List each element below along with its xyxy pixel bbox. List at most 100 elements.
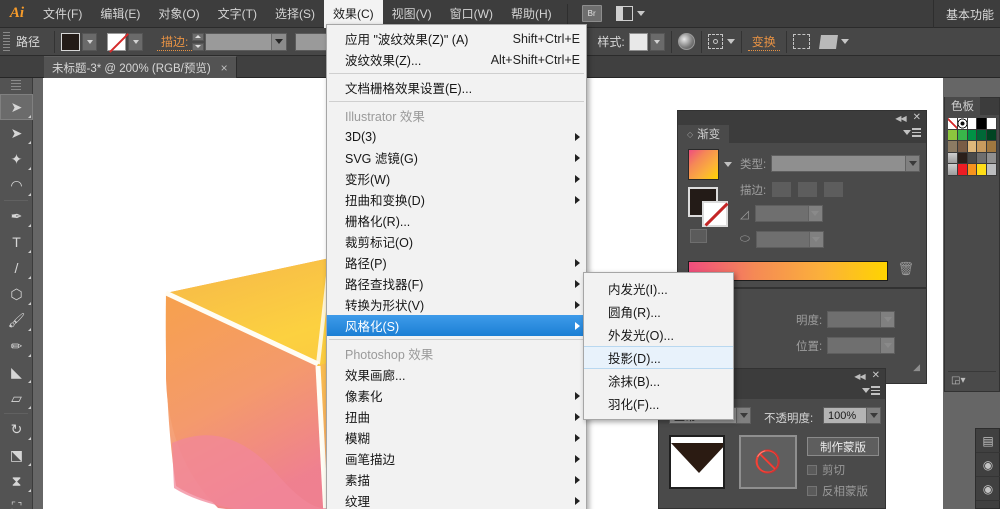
menu-1[interactable]: 编辑(E) (91, 0, 149, 28)
swatch-3-2[interactable] (967, 152, 978, 164)
free-transform-tool[interactable]: ⛶ (0, 494, 33, 509)
align-icon[interactable] (792, 34, 810, 49)
collapse-icon[interactable]: ◀◀ (895, 114, 906, 123)
menu-item-2-6[interactable]: 路径(P) (327, 252, 586, 273)
swatch-2-4[interactable] (987, 141, 997, 153)
stroke-dropdown-button[interactable] (128, 32, 144, 51)
make-mask-button[interactable]: 制作蒙版 (807, 437, 879, 456)
stroke-within-button[interactable] (771, 181, 793, 198)
arrange-objects-control[interactable] (818, 34, 849, 49)
isolate-caret-icon[interactable] (726, 39, 735, 44)
close-icon[interactable]: × (221, 61, 228, 75)
control-bar-grip[interactable] (3, 31, 10, 52)
layers-icon[interactable]: ▤ (976, 429, 1000, 453)
swatch-1-3[interactable] (977, 129, 988, 141)
gradient-opacity-select[interactable] (827, 311, 896, 328)
object-thumbnail[interactable] (669, 435, 725, 489)
stroke-none-swatch[interactable] (107, 32, 127, 51)
menu-item-2-7[interactable]: 路径查找器(F) (327, 273, 586, 294)
scale-tool[interactable]: ⬔ (0, 442, 33, 468)
swatch-0-4[interactable] (987, 118, 997, 130)
swatch-2-2[interactable] (967, 141, 978, 153)
gradient-aspect-select[interactable] (755, 231, 824, 248)
mask-thumbnail[interactable]: 🚫 (739, 435, 797, 489)
swatch-grid[interactable] (948, 118, 997, 176)
gradient-panel-menu-button[interactable] (903, 128, 921, 137)
eraser-tool[interactable]: ▱ (0, 385, 33, 411)
transform-button[interactable]: 变换 (747, 33, 780, 51)
menu-4[interactable]: 选择(S) (266, 0, 324, 28)
swatch-3-3[interactable] (977, 152, 988, 164)
submenu-item-2[interactable]: 外发光(O)... (584, 323, 733, 346)
swatch-1-2[interactable] (967, 129, 978, 141)
eye-icon[interactable]: ◉ (976, 453, 1000, 477)
menu-2[interactable]: 对象(O) (149, 0, 208, 28)
menu-item-2-5[interactable]: 裁剪标记(O) (327, 231, 586, 252)
blob-brush-tool[interactable]: ◣ (0, 359, 33, 385)
bridge-icon[interactable]: Br (581, 5, 602, 22)
style-swatch[interactable] (628, 32, 648, 51)
gradient-preview-swatch[interactable] (688, 149, 719, 180)
type-tool[interactable]: T (0, 229, 33, 255)
menu-item-3-4[interactable]: 画笔描边 (327, 448, 586, 469)
collapse-icon[interactable]: ◀◀ (854, 372, 865, 381)
menu-item-3-2[interactable]: 扭曲 (327, 406, 586, 427)
swatch-2-1[interactable] (957, 141, 968, 153)
swatch-4-3[interactable] (977, 164, 988, 176)
style-dropdown-button[interactable] (649, 32, 665, 51)
document-tab[interactable]: 未标题-3* @ 200% (RGB/预览) × (44, 56, 237, 78)
close-icon[interactable]: ✕ (872, 371, 880, 381)
fill-swatch[interactable] (61, 32, 81, 51)
fill-color-control[interactable] (61, 32, 98, 51)
line-segment-tool[interactable]: / (0, 255, 33, 281)
invert-mask-checkbox[interactable] (807, 486, 817, 496)
submenu-item-1[interactable]: 圆角(R)... (584, 300, 733, 323)
menu-item-0-0[interactable]: 应用 "波纹效果(Z)" (A) Shift+Ctrl+E (327, 28, 586, 49)
delete-stop-icon[interactable]: 🗑 (897, 261, 914, 277)
direct-selection-tool[interactable]: ➤ (0, 120, 33, 146)
shape-tool[interactable]: ⬡ (0, 281, 33, 307)
tab-swatches[interactable]: 色板 (945, 97, 980, 115)
menu-item-2-4[interactable]: 栅格化(R)... (327, 210, 586, 231)
menu-item-3-5[interactable]: 素描 (327, 469, 586, 490)
menu-item-3-1[interactable]: 像素化 (327, 385, 586, 406)
width-tool[interactable]: ⧗ (0, 468, 33, 494)
invert-mask-checkbox-row[interactable]: 反相蒙版 (807, 483, 868, 499)
recolor-artwork-icon[interactable] (677, 33, 695, 50)
effect-menu-dropdown[interactable]: 应用 "波纹效果(Z)" (A) Shift+Ctrl+E 波纹效果(Z)... Al… (326, 24, 587, 509)
paintbrush-tool[interactable]: 🖌 (0, 307, 33, 333)
magic-wand-tool[interactable]: ✦ (0, 146, 33, 172)
transparency-opacity-input[interactable]: 100% (823, 407, 881, 424)
workspace-switcher[interactable]: 基本功能 (932, 0, 994, 28)
swatch-0-2[interactable] (967, 118, 978, 130)
swatch-3-0[interactable] (948, 152, 958, 164)
gradient-presets-caret-icon[interactable] (724, 162, 732, 167)
clip-checkbox-row[interactable]: 剪切 (807, 462, 845, 478)
pen-tool[interactable]: ✒ (0, 203, 33, 229)
menu-item-3-3[interactable]: 模糊 (327, 427, 586, 448)
tab-gradient[interactable]: ◇ 渐变 (678, 125, 730, 143)
menu-item-2-8[interactable]: 转换为形状(V) (327, 294, 586, 315)
menu-item-2-9[interactable]: 风格化(S) (327, 315, 586, 336)
fill-dropdown-button[interactable] (82, 32, 98, 51)
menu-item-2-0[interactable]: 3D(3) (327, 126, 586, 147)
swatch-0-1[interactable] (957, 118, 968, 130)
menu-3[interactable]: 文字(T) (209, 0, 266, 28)
menu-item-0-1[interactable]: 波纹效果(Z)... Alt+Shift+Ctrl+E (327, 49, 586, 70)
lasso-tool[interactable]: ◠ (0, 172, 33, 198)
menu-item-1-0[interactable]: 文档栅格效果设置(E)... (327, 77, 586, 98)
arrange-caret-icon[interactable] (840, 39, 849, 44)
submenu-item-5[interactable]: 羽化(F)... (584, 392, 733, 415)
stroke-color-control[interactable] (107, 32, 144, 51)
stroke-along-button[interactable] (797, 181, 819, 198)
swatch-3-4[interactable] (987, 152, 997, 164)
transparency-panel-menu-button[interactable] (862, 386, 880, 395)
stroke-across-button[interactable] (823, 181, 845, 198)
stroke-weight-combo[interactable] (205, 32, 288, 51)
menu-0[interactable]: 文件(F) (34, 0, 91, 28)
stroke-indicator-swatch[interactable] (702, 201, 729, 227)
swatch-4-2[interactable] (967, 164, 978, 176)
stroke-weight-caret-icon[interactable] (271, 33, 287, 50)
swatch-4-1[interactable] (957, 164, 968, 176)
stylize-submenu[interactable]: 内发光(I)... 圆角(R)... 外发光(O)... 投影(D)... 涂抹(B).… (583, 272, 734, 420)
